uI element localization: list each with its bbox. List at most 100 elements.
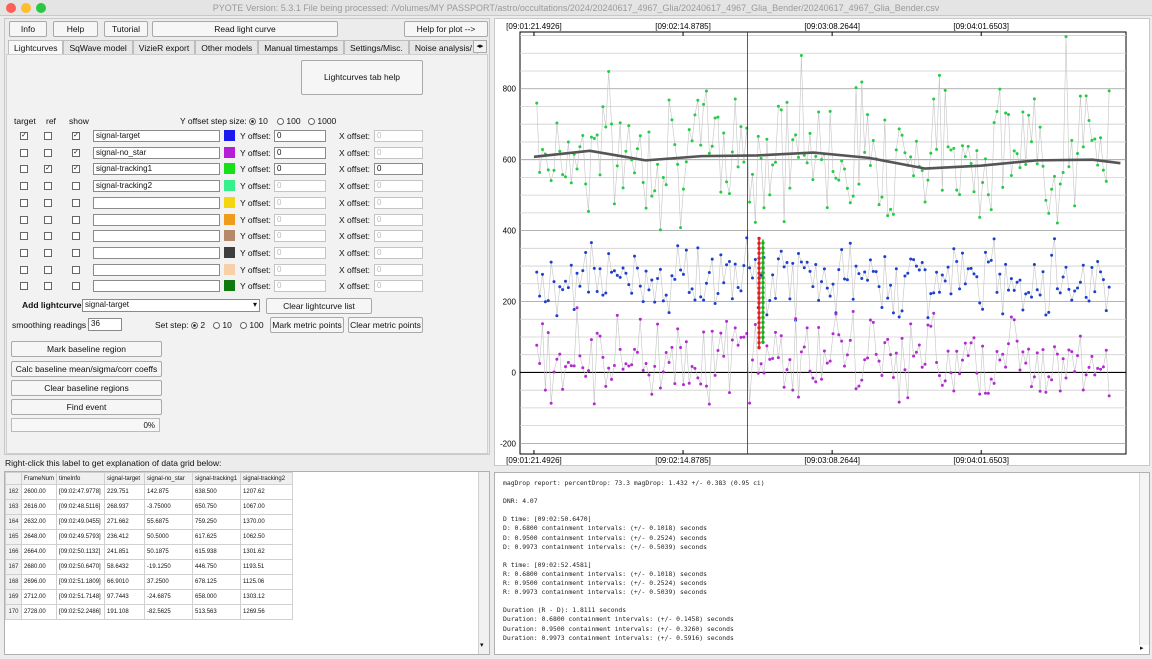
tutorial-button[interactable]: Tutorial [104, 21, 148, 37]
scroll-down-arrow-icon[interactable]: ▾ [480, 641, 484, 649]
help-button[interactable]: Help [53, 21, 98, 37]
report-vertical-scrollbar[interactable] [1139, 473, 1149, 645]
target-checkbox[interactable] [20, 198, 28, 207]
target-checkbox[interactable] [20, 232, 28, 241]
grid-cell[interactable]: 2616.00 [20, 499, 58, 515]
lightcurve-name-field[interactable]: signal-tracking2 [93, 180, 220, 193]
grid-cell[interactable]: 1062.50 [240, 529, 294, 545]
grid-cell[interactable]: 759.250 [192, 514, 242, 530]
grid-cell[interactable]: 55.6875 [144, 514, 194, 530]
target-checkbox[interactable]: ✓ [20, 132, 28, 140]
grid-column-header[interactable]: signal-tracking1 [192, 472, 242, 485]
table-row[interactable]: 169 2712.00 [09:02:51.7148] 97.7443 -24.6875… [5, 589, 294, 605]
lightcurve-name-field[interactable]: signal-tracking1 [93, 163, 220, 176]
grid-cell[interactable]: [09:02:49.5793] [56, 529, 106, 545]
target-checkbox[interactable] [20, 182, 28, 191]
target-checkbox[interactable] [20, 165, 28, 174]
lightcurve-name-field[interactable] [93, 196, 220, 209]
grid-cell[interactable]: 446.750 [192, 559, 242, 575]
show-checkbox[interactable]: ✓ [72, 148, 80, 157]
show-checkbox[interactable] [72, 232, 80, 241]
grid-cell[interactable]: 1125.06 [240, 574, 294, 590]
x-offset-spinbox[interactable]: 0 [374, 180, 423, 193]
clear-baseline-regions-button[interactable]: Clear baseline regions [11, 380, 162, 396]
color-swatch[interactable] [224, 246, 235, 258]
grid-cell[interactable]: 2664.00 [20, 544, 58, 560]
tab-lightcurves[interactable]: Lightcurves [8, 40, 64, 54]
grid-cell[interactable]: 2632.00 [20, 514, 58, 530]
lightcurve-name-field[interactable] [93, 280, 220, 293]
grid-column-header[interactable]: FrameNum [20, 472, 58, 485]
x-offset-spinbox[interactable]: 0 [374, 213, 423, 226]
ref-checkbox[interactable]: ✓ [44, 165, 52, 174]
zoom-window-icon[interactable] [36, 3, 46, 13]
grid-cell[interactable]: -82.5625 [144, 604, 194, 620]
ref-checkbox[interactable] [44, 182, 52, 191]
grid-cell[interactable]: 658.000 [192, 589, 242, 605]
x-offset-spinbox[interactable]: 0 [374, 230, 423, 243]
grid-cell[interactable]: 1303.12 [240, 589, 294, 605]
add-lightcurve-select[interactable]: signal-target ▾ [82, 299, 260, 312]
x-offset-spinbox[interactable]: 0 [374, 246, 423, 259]
ref-checkbox[interactable] [44, 198, 52, 207]
grid-cell[interactable]: 50.5000 [144, 529, 194, 545]
lightcurve-plot[interactable]: 800 600 400 200 0 -200 [09:01:21.4926] [09:01:2… [494, 18, 1150, 466]
table-row[interactable]: 167 2680.00 [09:02:50.6470] 58.6432 -19.1250… [5, 559, 294, 575]
grid-column-header[interactable]: timeInfo [56, 472, 106, 485]
show-checkbox[interactable] [72, 282, 80, 291]
grid-cell[interactable]: 617.625 [192, 529, 242, 545]
show-checkbox[interactable] [72, 248, 80, 257]
grid-cell[interactable]: 229.751 [104, 484, 146, 500]
smoothing-input[interactable]: 36 [88, 318, 122, 331]
y-offset-spinbox[interactable]: 0 [274, 280, 326, 293]
set-step-radio-2[interactable]: 2 [191, 320, 205, 330]
y-offset-spinbox[interactable]: 0 [274, 130, 326, 142]
grid-column-header[interactable]: signal-tracking2 [240, 472, 294, 485]
ref-checkbox[interactable] [44, 265, 52, 274]
lightcurve-name-field[interactable]: signal-target [93, 130, 220, 142]
color-swatch[interactable] [224, 280, 235, 292]
grid-cell[interactable]: [09:02:50.1132] [56, 544, 106, 560]
grid-cell[interactable]: 1207.62 [240, 484, 294, 500]
tab-settings[interactable]: Settings/Misc. [343, 40, 409, 54]
lightcurve-name-field[interactable] [93, 263, 220, 276]
grid-cell[interactable]: 2728.00 [20, 604, 58, 620]
target-checkbox[interactable] [20, 282, 28, 291]
y-offset-spinbox[interactable]: 0 [274, 180, 326, 193]
tab-sqwave-model[interactable]: SqWave model [63, 40, 133, 54]
y-offset-spinbox[interactable]: 0 [274, 263, 326, 276]
yoffset-step-radio-1000[interactable]: 1000 [308, 116, 336, 126]
mark-baseline-region-button[interactable]: Mark baseline region [11, 341, 162, 357]
grid-cell[interactable]: 66.9010 [104, 574, 146, 590]
y-offset-spinbox[interactable]: 0 [274, 196, 326, 209]
table-row[interactable]: 168 2696.00 [09:02:51.1809] 66.9010 37.2500 6… [5, 574, 294, 590]
x-offset-spinbox[interactable]: 0 [374, 263, 423, 276]
color-swatch[interactable] [224, 230, 235, 242]
grid-cell[interactable]: 37.2500 [144, 574, 194, 590]
grid-cell[interactable]: 142.875 [144, 484, 194, 500]
lightcurves-tab-help-button[interactable]: Lightcurves tab help [301, 60, 423, 95]
tab-scroll-arrows[interactable]: ◂▸ [473, 40, 487, 53]
grid-column-header[interactable]: signal-no_star [144, 472, 194, 485]
grid-cell[interactable]: 615.938 [192, 544, 242, 560]
grid-cell[interactable]: 236.412 [104, 529, 146, 545]
set-step-radio-10[interactable]: 10 [213, 320, 232, 330]
lightcurve-name-field[interactable] [93, 213, 220, 226]
grid-cell[interactable]: 1370.00 [240, 514, 294, 530]
color-swatch[interactable] [224, 213, 235, 225]
grid-cell[interactable]: [09:02:52.2486] [56, 604, 106, 620]
grid-cell[interactable]: 50.1875 [144, 544, 194, 560]
grid-cell[interactable]: 1301.62 [240, 544, 294, 560]
grid-cell[interactable]: -3.75000 [144, 499, 194, 515]
x-offset-spinbox[interactable]: 0 [374, 163, 423, 176]
set-step-radio-100[interactable]: 100 [240, 320, 264, 330]
grid-column-header[interactable]: signal-target [104, 472, 146, 485]
grid-cell[interactable]: 97.7443 [104, 589, 146, 605]
grid-explanation-label[interactable]: Right-click this label to get explanatio… [5, 458, 221, 468]
grid-cell[interactable]: 513.563 [192, 604, 242, 620]
tab-noise-analysis[interactable]: Noise analysis/ [408, 40, 479, 54]
mark-metric-points-button[interactable]: Mark metric points [270, 317, 344, 333]
grid-cell[interactable]: 2696.00 [20, 574, 58, 590]
target-checkbox[interactable] [20, 265, 28, 274]
color-swatch[interactable] [224, 130, 235, 141]
